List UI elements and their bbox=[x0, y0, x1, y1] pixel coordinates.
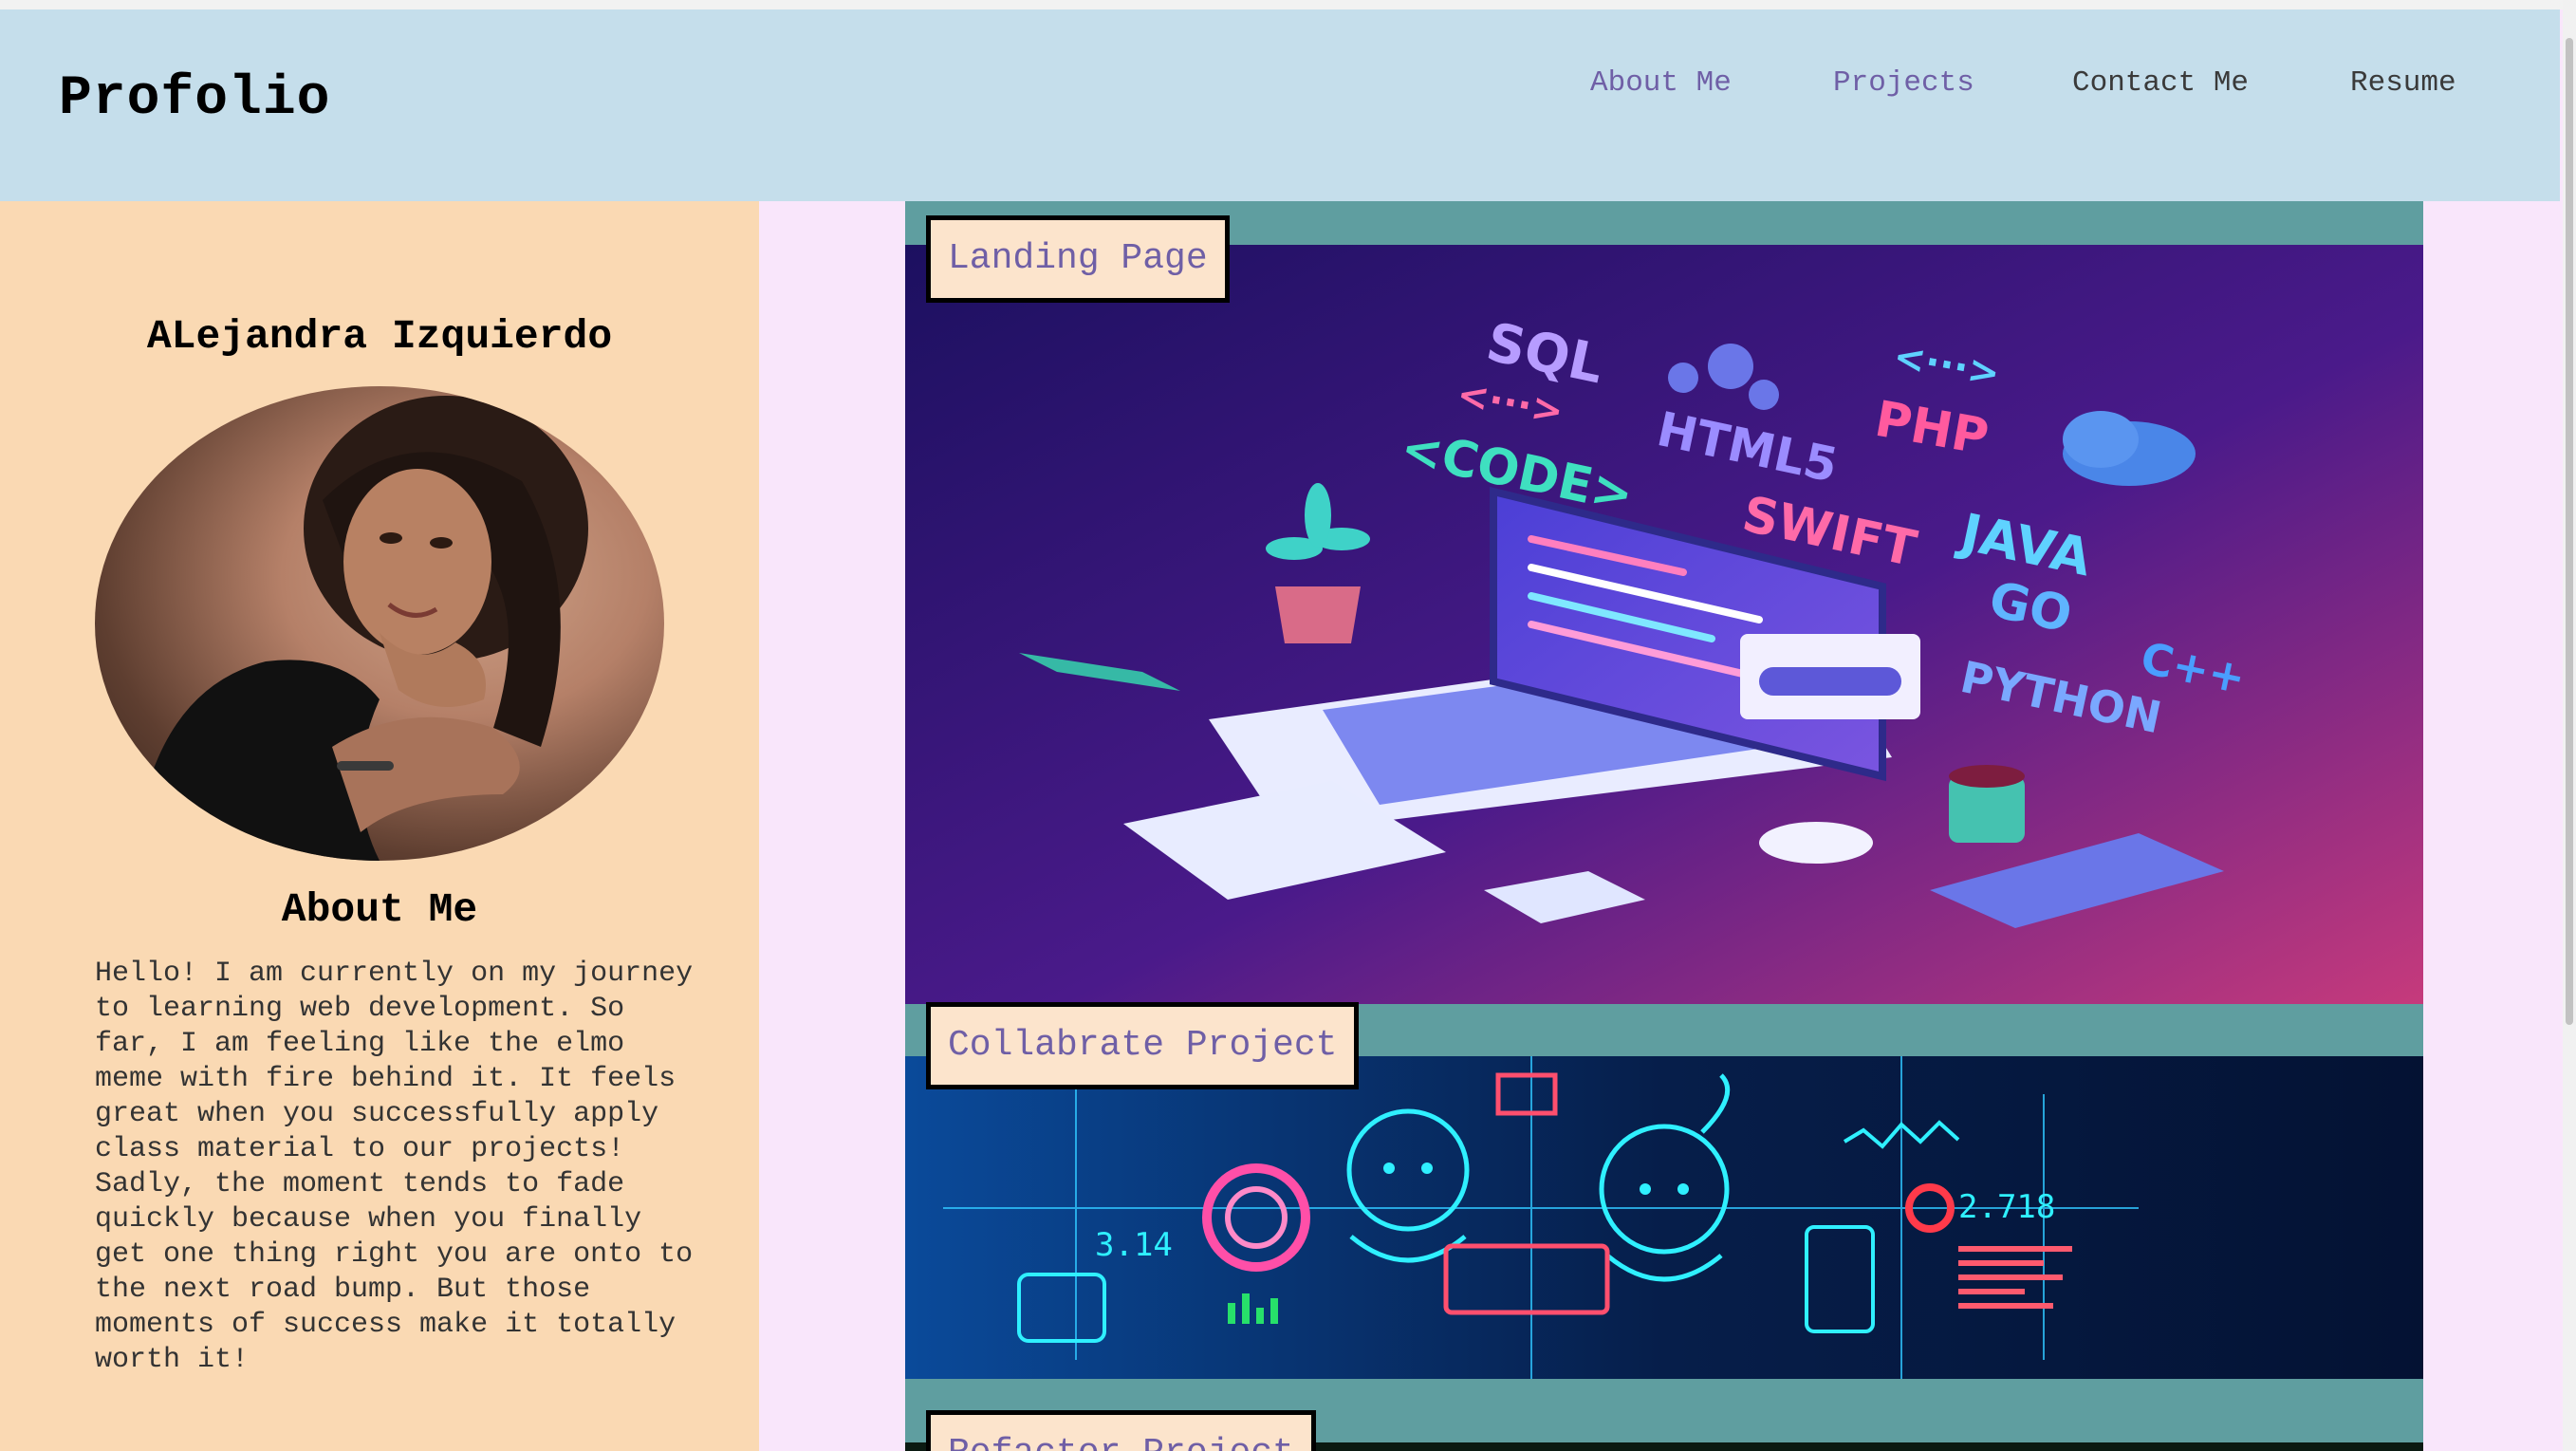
page-scrollbar[interactable] bbox=[2563, 0, 2576, 1451]
profile-name: ALejandra Izquierdo bbox=[146, 313, 613, 360]
site-header: Profolio About Me Projects Contact Me Re… bbox=[0, 9, 2560, 201]
project-image-landing-page[interactable]: SQL HTML5 PHP <CODE> SWIFT JAVA GO PYTHO… bbox=[905, 245, 2423, 1004]
project-label-collabrate[interactable]: Collabrate Project bbox=[926, 1002, 1360, 1089]
profile-sidebar: ALejandra Izquierdo About Me Hello! I am… bbox=[0, 201, 759, 1451]
project-card-refactor[interactable]: Refactor Project bbox=[905, 1395, 2423, 1451]
nav-link-about[interactable]: About Me bbox=[1590, 66, 1732, 100]
scrollbar-thumb[interactable] bbox=[2566, 38, 2573, 1025]
projects-section: SQL HTML5 PHP <CODE> SWIFT JAVA GO PYTHO… bbox=[905, 201, 2423, 1451]
about-me-heading: About Me bbox=[281, 886, 478, 933]
art-number-e: 2.718 bbox=[1958, 1188, 2055, 1226]
nav-link-resume[interactable]: Resume bbox=[2350, 66, 2456, 100]
project-label-refactor[interactable]: Refactor Project bbox=[926, 1410, 1316, 1451]
nav-link-contact[interactable]: Contact Me bbox=[2072, 66, 2249, 100]
project-card-landing-page[interactable]: SQL HTML5 PHP <CODE> SWIFT JAVA GO PYTHO… bbox=[905, 201, 2423, 1004]
project-image-collabrate[interactable]: 3.14 2.718 bbox=[905, 1056, 2423, 1379]
avatar-portrait-illustration bbox=[133, 396, 588, 861]
about-me-text: Hello! I am currently on my journey to l… bbox=[95, 958, 694, 1376]
avatar bbox=[95, 386, 664, 861]
nav-link-projects[interactable]: Projects bbox=[1833, 66, 1974, 100]
coding-laptop-illustration: SQL HTML5 PHP <CODE> SWIFT JAVA GO PYTHO… bbox=[905, 245, 2423, 1004]
browser-top-strip bbox=[0, 0, 2576, 9]
project-card-collabrate[interactable]: 3.14 2.718 Collabrate Project bbox=[905, 1002, 2423, 1384]
tech-kids-illustration: 3.14 2.718 bbox=[905, 1056, 2423, 1379]
project-label-landing-page[interactable]: Landing Page bbox=[926, 215, 1230, 303]
art-number-pi: 3.14 bbox=[1095, 1226, 1173, 1264]
main-nav: About Me Projects Contact Me Resume bbox=[0, 66, 2560, 123]
